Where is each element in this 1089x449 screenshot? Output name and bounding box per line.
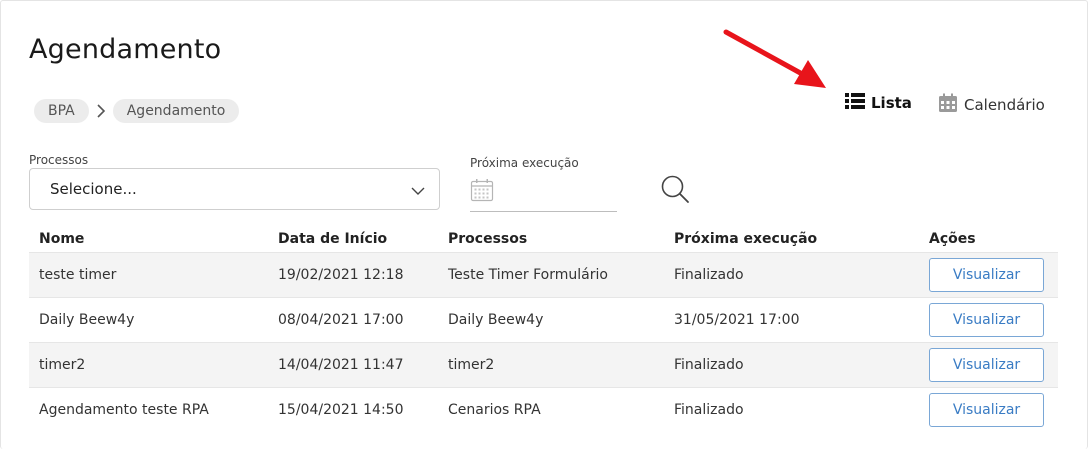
cell-acoes: Visualizar: [919, 387, 1058, 432]
processes-select-value: Selecione...: [50, 180, 137, 198]
view-toggle-calendar[interactable]: Calendário: [938, 93, 1045, 117]
view-button[interactable]: Visualizar: [929, 347, 1044, 382]
breadcrumb: BPA Agendamento: [34, 99, 240, 123]
breadcrumb-item-agendamento[interactable]: Agendamento: [112, 99, 240, 123]
cell-acoes: Visualizar: [919, 252, 1058, 297]
cell-proxima-execucao: 31/05/2021 17:00: [674, 311, 800, 328]
chevron-right-icon: [89, 104, 113, 118]
header-nome[interactable]: Nome: [29, 226, 268, 252]
view-button[interactable]: Visualizar: [929, 257, 1044, 292]
breadcrumb-item-bpa[interactable]: BPA: [34, 99, 89, 123]
cell-processos: Teste Timer Formulário: [438, 252, 664, 297]
cell-proxima-execucao: Finalizado: [664, 252, 919, 297]
search-button[interactable]: [660, 174, 690, 208]
search-icon: [660, 175, 690, 208]
cell-data-inicio: 14/04/2021 11:47: [268, 342, 438, 387]
cell-nome: timer2: [29, 342, 268, 387]
table-row: teste timer 19/02/2021 12:18 Teste Timer…: [29, 252, 1058, 297]
cell-proxima-execucao: Finalizado: [674, 401, 744, 418]
view-toggle-calendar-label: Calendário: [964, 96, 1045, 114]
table-header-row: Nome Data de Início Processos Próxima ex…: [29, 226, 1058, 252]
cell-data-inicio: 15/04/2021 14:50: [278, 401, 404, 418]
table-row: Agendamento teste RPA 15/04/2021 14:50 C…: [29, 387, 1058, 432]
view-button[interactable]: Visualizar: [929, 302, 1044, 337]
calendar-icon[interactable]: [470, 178, 494, 206]
cell-processos: timer2: [438, 342, 664, 387]
view-toggle-list[interactable]: Lista: [845, 93, 912, 113]
next-execution-label: Próxima execução: [470, 156, 579, 170]
cell-acoes: Visualizar: [919, 342, 1058, 387]
page-title: Agendamento: [29, 34, 222, 65]
processes-label: Processos: [29, 153, 89, 167]
cell-nome: teste timer: [29, 252, 268, 297]
cell-nome: Daily Beew4y: [39, 311, 135, 328]
cell-processos: Daily Beew4y: [448, 311, 544, 328]
cell-processos: Cenarios RPA: [448, 401, 541, 418]
cell-nome: Agendamento teste RPA: [39, 401, 209, 418]
chevron-down-icon: [411, 180, 425, 199]
calendar-icon: [938, 93, 958, 117]
cell-acoes: Visualizar: [919, 297, 1058, 342]
cell-data-inicio: 08/04/2021 17:00: [278, 311, 404, 328]
cell-proxima-execucao: Finalizado: [664, 342, 919, 387]
schedules-table: Nome Data de Início Processos Próxima ex…: [29, 226, 1058, 432]
annotation-arrow-icon: [723, 29, 826, 88]
list-icon: [845, 93, 865, 113]
header-data-inicio[interactable]: Data de Início: [268, 226, 438, 252]
header-acoes: Ações: [929, 230, 976, 247]
header-proxima-execucao[interactable]: Próxima execução: [664, 226, 919, 252]
view-toggle-list-label: Lista: [871, 94, 912, 112]
table-row: timer2 14/04/2021 11:47 timer2 Finalizad…: [29, 342, 1058, 387]
header-processos[interactable]: Processos: [438, 226, 664, 252]
cell-data-inicio: 19/02/2021 12:18: [268, 252, 438, 297]
next-execution-date-field[interactable]: [470, 172, 617, 212]
view-button[interactable]: Visualizar: [929, 392, 1044, 427]
table-row: Daily Beew4y 08/04/2021 17:00 Daily Beew…: [29, 297, 1058, 342]
processes-select[interactable]: Selecione...: [29, 168, 440, 210]
